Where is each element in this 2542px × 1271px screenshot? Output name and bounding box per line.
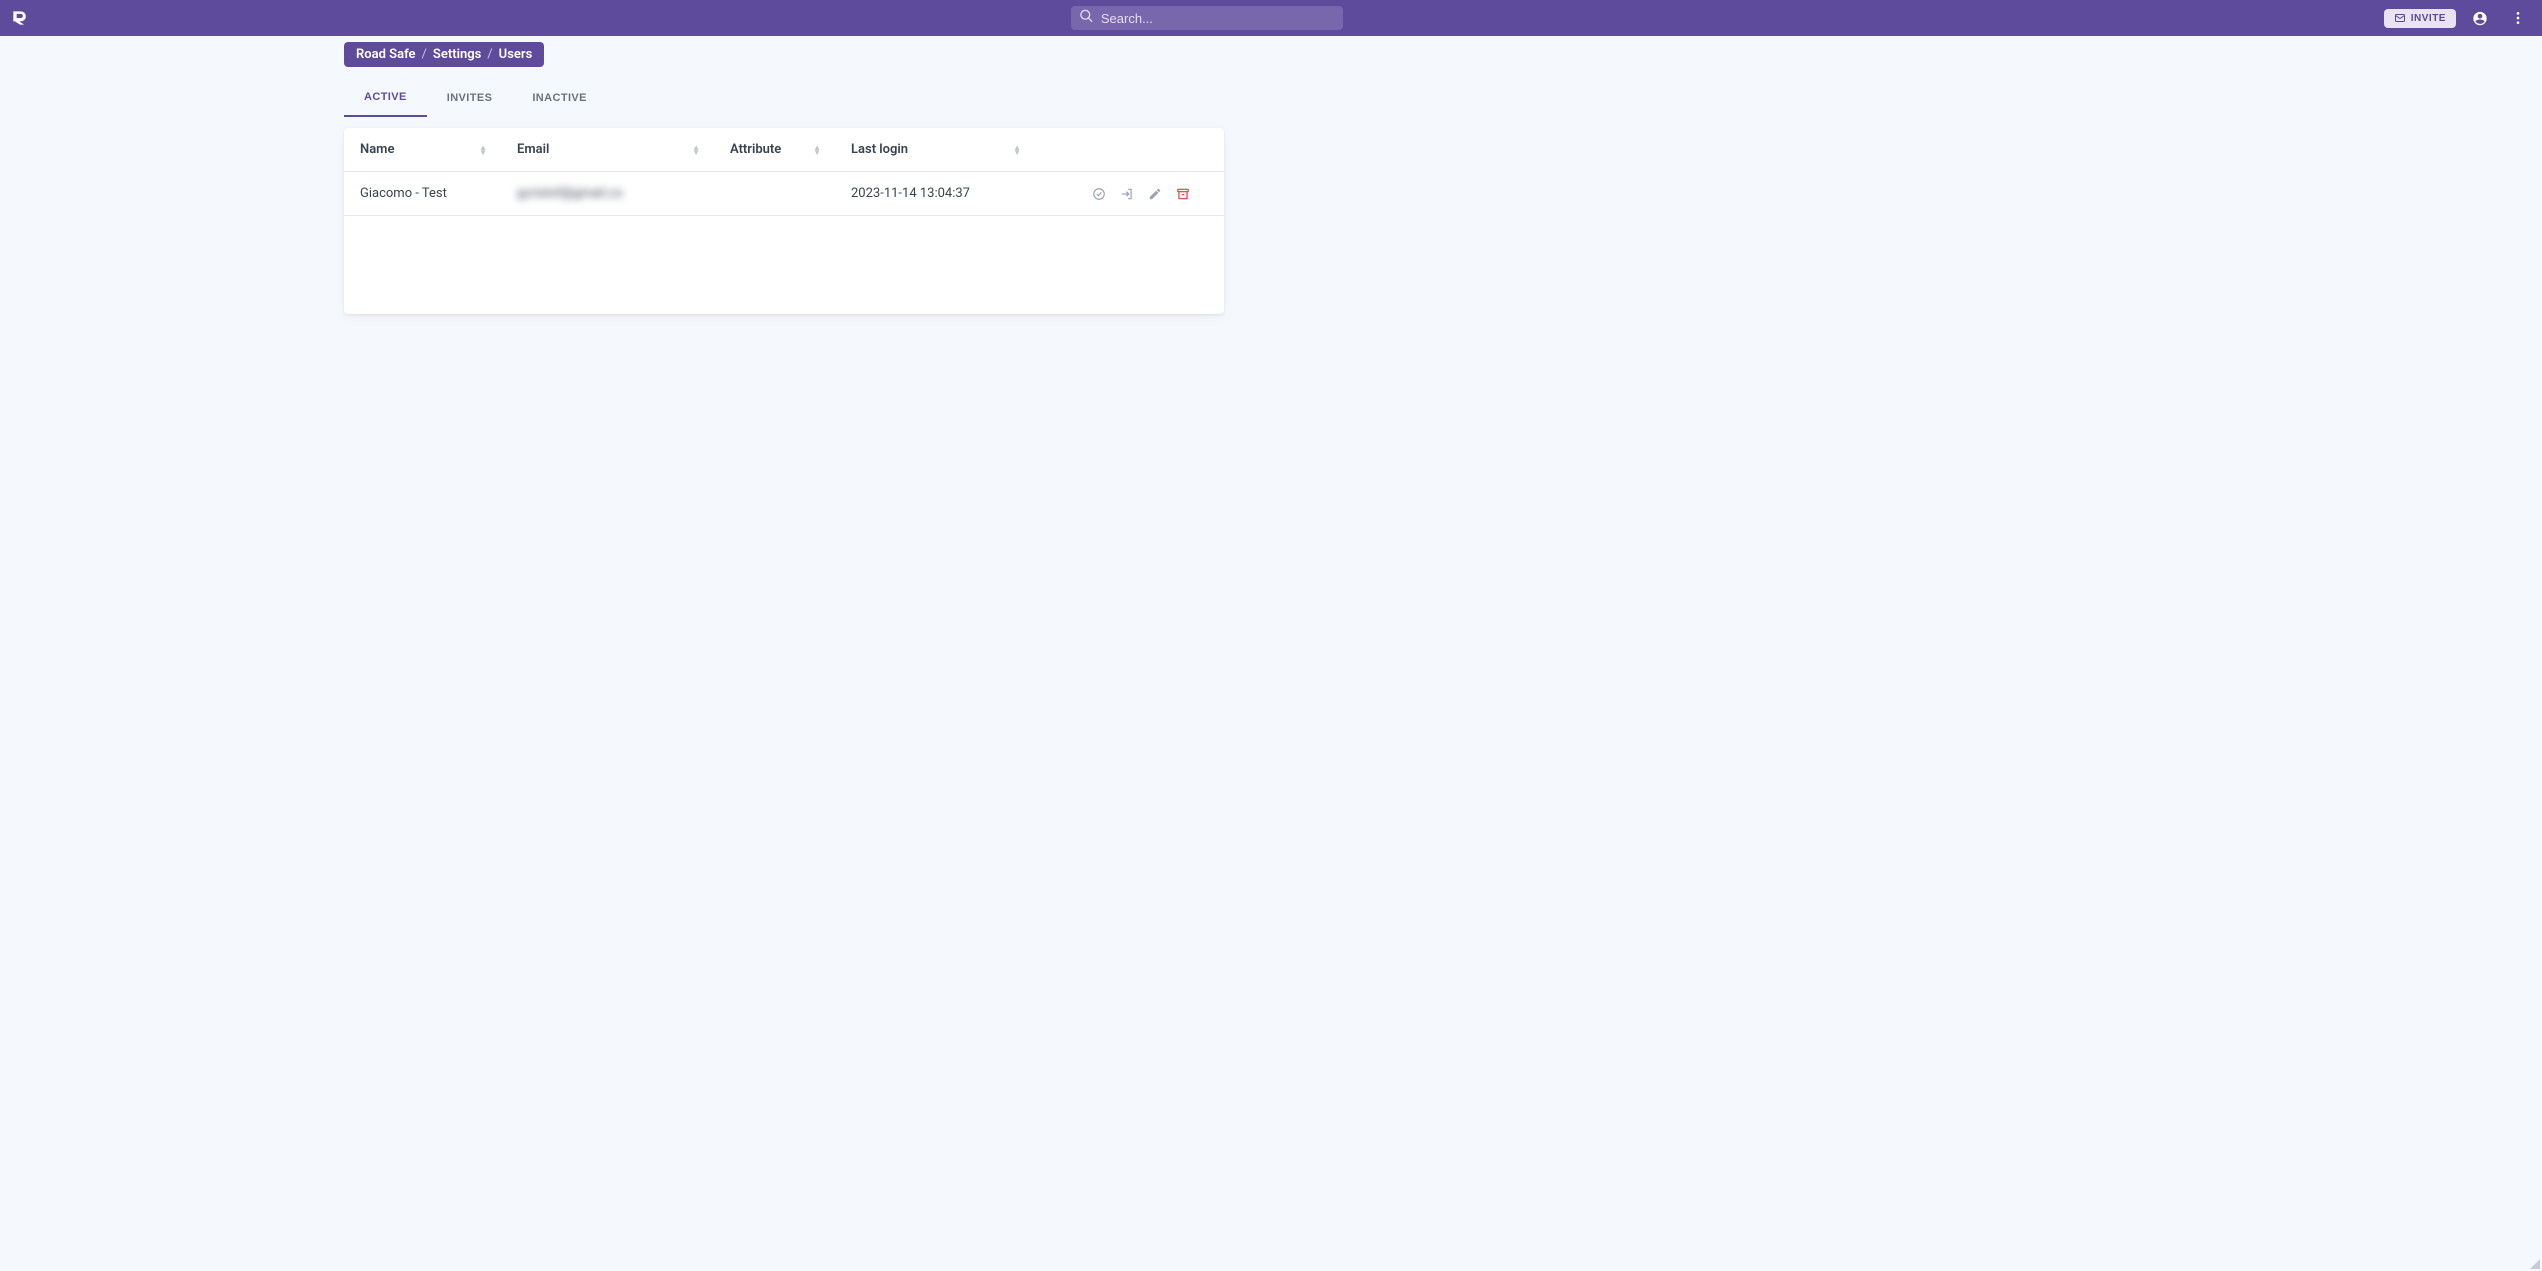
account-circle-icon (2472, 9, 2488, 28)
breadcrumb-item-root[interactable]: Road Safe (356, 47, 416, 62)
login-as-button[interactable] (1120, 187, 1134, 201)
col-header-name-label: Name (360, 142, 394, 157)
breadcrumb-item-settings[interactable]: Settings (433, 47, 481, 62)
sort-icon[interactable]: ▲▼ (1013, 145, 1021, 155)
col-header-name[interactable]: Name ▲▼ (344, 128, 501, 172)
col-header-attribute[interactable]: Attribute ▲▼ (714, 128, 835, 172)
sort-icon[interactable]: ▲▼ (479, 145, 487, 155)
tab-active[interactable]: Active (344, 81, 427, 117)
cell-email-value: gcristof@gmail.co (517, 186, 623, 201)
global-search (1071, 6, 1343, 30)
col-header-email[interactable]: Email ▲▼ (501, 128, 714, 172)
logo-icon (10, 8, 30, 28)
restore-button[interactable] (1092, 187, 1106, 201)
breadcrumb-separator: / (422, 47, 427, 62)
col-header-last-login-label: Last login (851, 142, 908, 157)
tab-invites[interactable]: Invites (427, 81, 513, 117)
search-input[interactable] (1071, 6, 1343, 30)
edit-button[interactable] (1148, 187, 1162, 201)
more-vert-icon (2510, 9, 2526, 27)
more-menu-button[interactable] (2504, 4, 2532, 32)
tabs: Active Invites Inactive (344, 81, 2542, 118)
login-icon (1120, 187, 1134, 201)
invite-button-label: Invite (2411, 13, 2446, 24)
sort-icon[interactable]: ▲▼ (692, 145, 700, 155)
breadcrumb-row: Road Safe / Settings / Users (0, 36, 2542, 67)
table-row: Giacomo - Test gcristof@gmail.co 2023-11… (344, 172, 1224, 216)
users-card: Name ▲▼ Email ▲▼ Attribute ▲▼ Last login… (344, 128, 1224, 314)
cell-name: Giacomo - Test (344, 172, 501, 216)
tab-inactive[interactable]: Inactive (512, 81, 607, 117)
sort-icon[interactable]: ▲▼ (813, 145, 821, 155)
restore-icon (1092, 187, 1106, 201)
appbar: Invite (0, 0, 2542, 36)
cell-attribute (714, 172, 835, 216)
breadcrumb-separator: / (487, 47, 492, 62)
breadcrumb-item-users[interactable]: Users (499, 47, 533, 62)
cell-email: gcristof@gmail.co (501, 172, 714, 216)
col-header-actions (1035, 128, 1224, 172)
app-logo[interactable] (10, 8, 30, 28)
cell-actions (1035, 172, 1224, 216)
col-header-email-label: Email (517, 142, 549, 157)
archive-icon (1176, 187, 1190, 201)
archive-button[interactable] (1176, 187, 1190, 201)
edit-icon (1148, 187, 1162, 201)
account-button[interactable] (2466, 4, 2494, 32)
col-header-attribute-label: Attribute (730, 142, 781, 157)
breadcrumb: Road Safe / Settings / Users (344, 42, 544, 67)
resize-handle-icon[interactable] (2530, 1259, 2540, 1269)
table-header-row: Name ▲▼ Email ▲▼ Attribute ▲▼ Last login… (344, 128, 1224, 172)
users-table: Name ▲▼ Email ▲▼ Attribute ▲▼ Last login… (344, 128, 1224, 216)
cell-last-login: 2023-11-14 13:04:37 (835, 172, 1035, 216)
row-actions (1051, 187, 1208, 201)
appbar-actions: Invite (2384, 4, 2532, 32)
col-header-last-login[interactable]: Last login ▲▼ (835, 128, 1035, 172)
search-icon (1079, 9, 1094, 28)
mail-icon (2394, 12, 2406, 24)
invite-button[interactable]: Invite (2384, 9, 2456, 28)
